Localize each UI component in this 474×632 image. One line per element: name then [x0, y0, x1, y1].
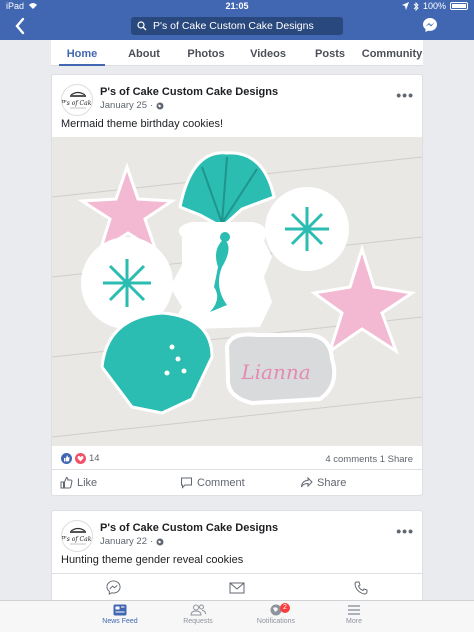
post-date: January 22 · — [100, 536, 164, 547]
engagement-counts[interactable]: 4 comments 1 Share — [325, 454, 413, 465]
page-name[interactable]: P's of Cake Custom Cake Designs — [100, 86, 278, 98]
messenger-icon[interactable] — [422, 17, 438, 33]
post-date-text: January 25 — [100, 100, 148, 111]
nav-label: Notifications — [256, 618, 296, 625]
tab-about[interactable]: About — [113, 40, 175, 65]
public-globe-icon — [156, 538, 164, 545]
comment-icon — [181, 477, 192, 489]
tab-community[interactable]: Community — [361, 40, 423, 65]
post-text: Mermaid theme birthday cookies! — [61, 118, 224, 130]
tab-photos[interactable]: Photos — [175, 40, 237, 65]
battery-percent: 100% — [422, 1, 446, 11]
page-avatar[interactable]: P's of Cake — [61, 84, 93, 116]
thumbs-up-icon — [60, 476, 73, 489]
nav-label: News Feed — [102, 618, 138, 625]
back-arrow-icon[interactable] — [12, 16, 30, 36]
nav-label: Requests — [183, 618, 213, 625]
search-bar[interactable]: P's of Cake Custom Cake Designs — [131, 17, 343, 35]
svg-text:P's of Cake: P's of Cake — [62, 100, 93, 107]
more-options-icon[interactable]: ••• — [396, 87, 414, 103]
nav-news-feed[interactable]: News Feed — [90, 601, 150, 632]
message-bar — [52, 573, 422, 601]
status-bar: iPad 21:05 100% — [0, 0, 474, 12]
tab-home[interactable]: Home — [51, 40, 113, 66]
share-label: Share — [317, 476, 347, 489]
search-text: P's of Cake Custom Cake Designs — [153, 20, 314, 32]
public-globe-icon — [156, 102, 164, 109]
tab-videos[interactable]: Videos — [237, 40, 299, 65]
nav-more[interactable]: More — [324, 601, 384, 632]
comment-button[interactable]: Comment — [172, 470, 292, 495]
phone-icon[interactable] — [354, 581, 368, 595]
battery-icon — [450, 2, 468, 10]
search-icon — [137, 21, 147, 31]
share-count: 1 Share — [379, 454, 413, 465]
bluetooth-icon — [413, 1, 419, 11]
cake-logo: P's of Cake — [62, 527, 93, 545]
share-button[interactable]: Share — [292, 470, 412, 495]
cake-logo: P's of Cake — [62, 91, 93, 109]
reaction-count: 14 — [89, 453, 100, 464]
post-date-text: January 22 — [100, 536, 148, 547]
nav-label: More — [346, 618, 362, 625]
news-feed-icon — [113, 604, 127, 616]
love-reaction-icon — [75, 453, 86, 464]
post-card: P's of Cake P's of Cake Custom Cake Desi… — [51, 74, 423, 496]
like-reaction-icon — [61, 453, 72, 464]
top-bar: iPad 21:05 100% P's of Cake Custom Cake … — [0, 0, 474, 40]
notification-badge: 2 — [280, 603, 290, 613]
post-photo[interactable]: Lianna — [52, 137, 422, 446]
photo-cookie-text: Lianna — [240, 360, 310, 384]
share-arrow-icon — [301, 476, 313, 488]
nav-notifications[interactable]: 2 Notifications — [246, 601, 306, 632]
like-label: Like — [77, 476, 98, 489]
post-date: January 25 · — [100, 100, 164, 111]
post-actions: Like Comment Share — [52, 469, 422, 495]
mermaid-cookies-image: Lianna — [52, 137, 422, 446]
location-icon — [401, 2, 409, 10]
menu-icon — [348, 605, 360, 615]
page-avatar[interactable]: P's of Cake — [61, 520, 93, 552]
post-text: Hunting theme gender reveal cookies — [61, 554, 244, 566]
comment-count: 4 comments — [325, 454, 378, 465]
messenger-icon[interactable] — [106, 580, 121, 595]
bottom-nav: News Feed Requests 2 Notifications More — [0, 600, 474, 632]
page-name[interactable]: P's of Cake Custom Cake Designs — [100, 522, 278, 534]
nav-requests[interactable]: Requests — [168, 601, 228, 632]
email-icon[interactable] — [229, 582, 245, 594]
comment-label: Comment — [197, 476, 245, 489]
reaction-summary[interactable]: 14 — [61, 453, 100, 464]
friends-icon — [190, 604, 206, 616]
tab-posts[interactable]: Posts — [299, 40, 361, 65]
more-options-icon[interactable]: ••• — [396, 523, 414, 539]
svg-text:P's of Cake: P's of Cake — [62, 536, 93, 543]
page-tabs: Home About Photos Videos Posts Community — [51, 40, 423, 66]
like-button[interactable]: Like — [52, 470, 172, 495]
